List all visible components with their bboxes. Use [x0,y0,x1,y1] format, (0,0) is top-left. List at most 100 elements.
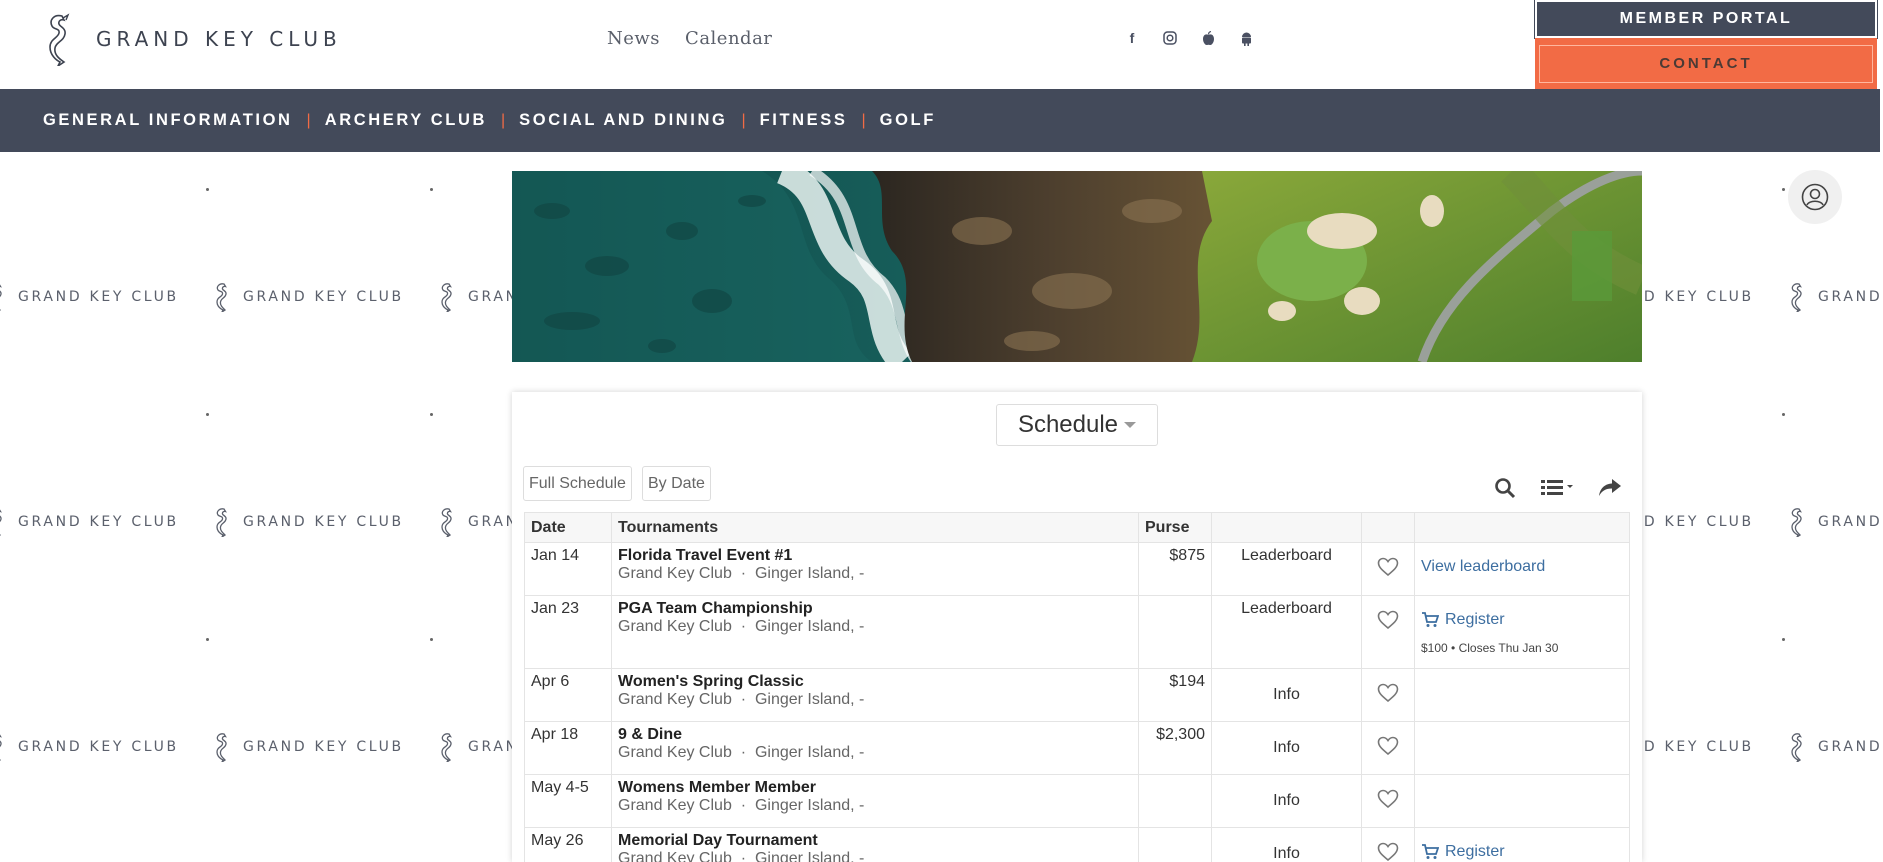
tournament-location: Grand Key Club · Ginger Island, - [618,618,865,635]
tournament-name[interactable]: 9 & Dine [618,726,1132,744]
schedule-dropdown[interactable]: Schedule [996,404,1158,446]
favorite-heart-icon[interactable] [1361,595,1415,669]
nav-social-and-dining[interactable]: SOCIAL AND DINING [519,111,727,130]
favorite-heart-icon[interactable] [1361,721,1415,775]
info-link[interactable]: Info [1211,827,1362,862]
schedule-table: Date Tournaments Purse Jan 14 Florida Tr… [524,512,1630,862]
social-links: f [1124,28,1254,48]
schedule-dropdown-label: Schedule [1017,411,1119,438]
favorite-heart-icon[interactable] [1361,542,1415,596]
row-date: Jan 23 [524,595,612,669]
full-schedule-tab[interactable]: Full Schedule [523,466,632,501]
cart-icon [1422,844,1439,859]
account-avatar-button[interactable] [1788,170,1842,224]
watermark-text: GRAND KEY CLUB [1818,514,1880,530]
info-link[interactable]: Info [1211,668,1362,722]
search-icon[interactable] [1494,477,1516,504]
tournament-city: Ginger Island, - [754,744,865,761]
leaderboard-link[interactable]: Leaderboard [1211,595,1362,669]
favorite-heart-icon[interactable] [1361,668,1415,722]
nav-fitness[interactable]: FITNESS [760,111,848,130]
col-actions [1414,512,1630,543]
user-icon [1801,183,1829,211]
col-purse[interactable]: Purse [1138,512,1212,543]
table-row: May 26 Memorial Day Tournament Grand Key… [524,827,1630,862]
tournament-name[interactable]: Women's Spring Classic [618,673,1132,691]
pattern-dot [1782,188,1785,191]
nav-divider: | [501,111,506,129]
tournament-venue: Grand Key Club [618,691,732,708]
row-actions: Register [1414,827,1630,862]
pattern-dot [430,188,433,191]
info-link[interactable]: Info [1211,721,1362,775]
col-date[interactable]: Date [524,512,612,543]
col-favorite [1361,512,1415,543]
top-links: News Calendar [607,28,772,49]
tournament-location: Grand Key Club · Ginger Island, - [618,565,865,582]
row-tournament: Womens Member Member Grand Key Club · Gi… [611,774,1139,828]
member-portal-button[interactable]: MEMBER PORTAL [1534,0,1878,39]
share-icon[interactable] [1598,477,1622,504]
nav-divider: | [306,111,311,129]
nav-divider: | [741,111,746,129]
nav-golf[interactable]: GOLF [880,111,936,130]
schedule-card: Schedule Full Schedule By Date Date Tour… [512,392,1642,862]
watermark-item: GRAND KEY CLUB [1788,732,1880,762]
row-purse: $194 [1138,668,1212,722]
instagram-icon[interactable] [1162,28,1178,48]
table-row: Jan 14 Florida Travel Event #1 Grand Key… [524,542,1630,596]
calendar-link[interactable]: Calendar [685,28,772,49]
row-date: Jan 14 [524,542,612,596]
apple-icon[interactable] [1200,28,1216,48]
col-tournaments[interactable]: Tournaments [611,512,1139,543]
row-tournament: PGA Team Championship Grand Key Club · G… [611,595,1139,669]
tournament-name[interactable]: Memorial Day Tournament [618,832,1132,850]
info-link[interactable]: Info [1211,774,1362,828]
android-icon[interactable] [1238,28,1254,48]
watermark-text: GRAND KEY CLUB [1818,739,1880,755]
row-date: Apr 18 [524,721,612,775]
register-label: Register [1445,611,1505,628]
pattern-dot [1782,638,1785,641]
favorite-heart-icon[interactable] [1361,774,1415,828]
nav-archery-club[interactable]: ARCHERY CLUB [325,111,487,130]
favorite-heart-icon[interactable] [1361,827,1415,862]
row-actions: Register $100 • Closes Thu Jan 30 [1414,595,1630,669]
tournament-venue: Grand Key Club [618,618,732,635]
tournament-name[interactable]: PGA Team Championship [618,600,1132,618]
tournament-name[interactable]: Womens Member Member [618,779,1132,797]
nav-divider: | [861,111,866,129]
watermark-item: GRAND KEY CLUB [1788,282,1880,312]
by-date-tab[interactable]: By Date [642,466,711,501]
contact-button-wrap: CONTACT [1535,38,1877,89]
register-link[interactable]: Register [1421,843,1623,861]
watermark-text: GRAND KEY CLUB [18,739,179,755]
portal-area: MEMBER PORTAL CONTACT [1534,0,1878,89]
row-tournament: Women's Spring Classic Grand Key Club · … [611,668,1139,722]
contact-button[interactable]: CONTACT [1539,44,1873,83]
watermark-item: GRAND KEY CLUB [0,732,213,762]
tournament-name[interactable]: Florida Travel Event #1 [618,547,1132,565]
facebook-icon[interactable]: f [1124,28,1140,48]
table-row: Jan 23 PGA Team Championship Grand Key C… [524,595,1630,669]
register-note: $100 • Closes Thu Jan 30 [1421,641,1559,655]
watermark-item: GRAND KEY CLUB [0,282,213,312]
row-date: May 4-5 [524,774,612,828]
watermark-text: GRAND KEY CLUB [18,514,179,530]
watermark-text: GRAND KEY CLUB [243,289,404,305]
row-actions [1414,774,1630,828]
tournament-location: Grand Key Club · Ginger Island, - [618,797,865,814]
table-row: Apr 18 9 & Dine Grand Key Club · Ginger … [524,721,1630,775]
list-view-icon[interactable] [1541,477,1577,504]
brand-logo[interactable]: GRAND KEY CLUB [42,12,342,66]
view-leaderboard-link[interactable]: View leaderboard [1421,558,1623,576]
news-link[interactable]: News [607,28,660,49]
leaderboard-link[interactable]: Leaderboard [1211,542,1362,596]
row-actions [1414,668,1630,722]
register-link[interactable]: Register [1421,611,1623,629]
table-row: May 4-5 Womens Member Member Grand Key C… [524,774,1630,828]
nav-general-information[interactable]: GENERAL INFORMATION [43,111,293,130]
col-status [1211,512,1362,543]
row-purse [1138,827,1212,862]
pattern-dot [206,188,209,191]
